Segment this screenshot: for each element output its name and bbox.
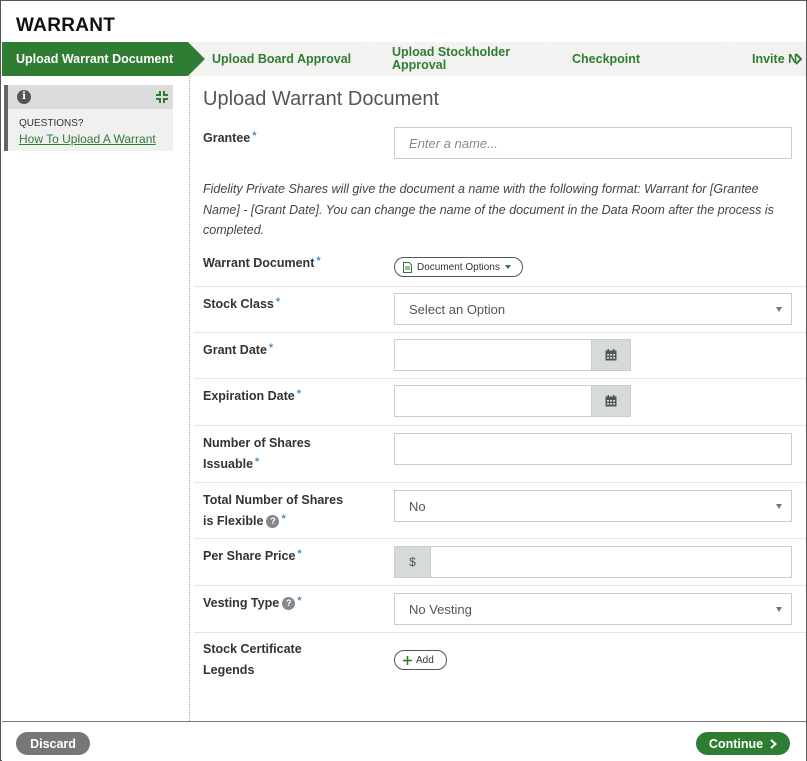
collapse-icon[interactable] — [154, 89, 170, 105]
wizard-step-upload-warrant-document[interactable]: Upload Warrant Document — [2, 42, 205, 76]
step-label: Upload Warrant Document — [16, 51, 174, 66]
wizard-step-checkpoint[interactable]: Checkpoint — [548, 42, 744, 76]
step-label: Upload Stockholder Approval — [392, 46, 510, 72]
shares-flexible-value: No — [409, 498, 426, 514]
step-label-line2: Approval — [392, 58, 447, 72]
required-marker: * — [268, 342, 274, 354]
discard-button[interactable]: Discard — [16, 732, 90, 755]
info-icon: i — [17, 90, 31, 104]
continue-button[interactable]: Continue — [696, 732, 790, 755]
stock-class-label: Stock Class * — [203, 294, 280, 315]
stock-class-value: Select an Option — [409, 301, 506, 317]
vesting-type-select[interactable]: No Vesting — [394, 593, 792, 625]
shares-flexible-label-line2: is Flexible — [203, 514, 264, 528]
plus-icon — [403, 655, 412, 665]
step-label: Upload Board Approval — [212, 51, 352, 66]
vesting-type-value: No Vesting — [409, 601, 472, 617]
number-of-shares-label: Number of Shares Issuable * — [203, 433, 311, 475]
grantee-label: Grantee * — [203, 128, 257, 149]
warrant-dialog: WARRANT Upload Warrant Document Upload B… — [0, 0, 807, 761]
vesting-type-label: Vesting Type? * — [203, 593, 301, 614]
help-panel: i QUESTIONS? How To Upload A Warrant — [4, 85, 173, 151]
per-share-price-input[interactable] — [430, 546, 792, 578]
expiration-date-label-text: Expiration Date — [203, 389, 295, 403]
help-panel-header: i — [8, 85, 173, 109]
grant-date-input[interactable] — [394, 339, 592, 371]
sidebar-divider — [189, 76, 190, 721]
grantee-label-text: Grantee — [203, 131, 251, 145]
divider — [194, 482, 806, 483]
divider — [194, 632, 806, 633]
per-share-price-label: Per Share Price * — [203, 546, 302, 567]
required-marker: * — [296, 388, 301, 400]
divider — [194, 585, 806, 586]
chevron-down-icon — [504, 265, 511, 269]
add-legend-label: Add — [416, 654, 434, 666]
warrant-document-label: Warrant Document * — [203, 253, 321, 274]
help-link[interactable]: How To Upload A Warrant — [19, 132, 156, 146]
calendar-icon — [605, 349, 617, 361]
shares-flexible-label-line1: Total Number of Shares — [203, 493, 344, 507]
wizard-step-upload-board-approval[interactable]: Upload Board Approval — [189, 42, 384, 76]
calendar-icon — [605, 395, 617, 407]
document-icon — [403, 261, 412, 273]
number-of-shares-input[interactable] — [394, 433, 792, 465]
stock-class-label-text: Stock Class — [203, 297, 274, 311]
number-of-shares-label-line1: Number of Shares — [203, 436, 311, 450]
expiration-date-input[interactable] — [394, 385, 592, 417]
required-marker: * — [275, 296, 281, 308]
grant-date-calendar-button[interactable] — [591, 339, 631, 371]
stock-class-select[interactable]: Select an Option — [394, 293, 792, 325]
currency-addon: $ — [394, 546, 431, 578]
naming-note: Fidelity Private Shares will give the do… — [203, 182, 774, 237]
shares-flexible-label: Total Number of Shares is Flexible? * — [203, 490, 343, 532]
step-label-line1: Upload Stockholder — [392, 45, 511, 59]
caret-down-icon — [776, 607, 782, 612]
required-marker: * — [297, 548, 302, 560]
divider — [194, 538, 806, 539]
divider — [194, 332, 806, 333]
questions-label: QUESTIONS? — [19, 118, 84, 129]
step-label: Invite N — [752, 51, 798, 66]
caret-down-icon — [776, 504, 782, 509]
required-marker: * — [316, 255, 321, 267]
required-marker: * — [297, 595, 302, 607]
vesting-type-label-text: Vesting Type — [203, 596, 280, 610]
grantee-input[interactable]: Enter a name... — [394, 127, 792, 159]
number-of-shares-label-line2: Issuable — [203, 457, 254, 471]
legends-label-line1: Stock Certificate — [203, 642, 302, 656]
wizard-stepper: Upload Warrant Document Upload Board App… — [2, 42, 806, 76]
expiration-date-calendar-button[interactable] — [591, 385, 631, 417]
help-icon[interactable]: ? — [282, 597, 296, 611]
form-title: Upload Warrant Document — [203, 88, 440, 110]
required-marker: * — [252, 130, 257, 142]
help-icon[interactable]: ? — [266, 515, 280, 529]
document-options-label: Document Options — [417, 261, 500, 273]
required-marker: * — [281, 513, 286, 525]
wizard-step-upload-stockholder-approval[interactable]: Upload Stockholder Approval — [368, 42, 564, 76]
chevron-right-icon — [770, 738, 778, 749]
wizard-step-invite[interactable]: Invite N — [728, 42, 806, 76]
per-share-price-label-text: Per Share Price — [203, 549, 296, 563]
divider — [194, 286, 806, 287]
step-label: Checkpoint — [572, 51, 641, 66]
grant-date-label: Grant Date * — [203, 340, 273, 361]
chevron-right-icon — [795, 53, 803, 65]
footer-bar: Discard Continue — [2, 721, 806, 761]
required-marker: * — [255, 456, 260, 468]
legends-label-line2: Legends — [203, 663, 255, 677]
expiration-date-label: Expiration Date * — [203, 386, 301, 407]
document-options-button[interactable]: Document Options — [394, 257, 523, 277]
caret-down-icon — [776, 307, 782, 312]
warrant-document-label-text: Warrant Document — [203, 256, 315, 270]
page-heading: WARRANT — [16, 15, 116, 36]
shares-flexible-select[interactable]: No — [394, 490, 792, 522]
grant-date-label-text: Grant Date — [203, 343, 267, 357]
add-legend-button[interactable]: Add — [394, 650, 447, 670]
divider — [194, 425, 806, 426]
legends-label: Stock Certificate Legends — [203, 639, 302, 681]
divider — [194, 378, 806, 379]
continue-label: Continue — [708, 736, 764, 751]
